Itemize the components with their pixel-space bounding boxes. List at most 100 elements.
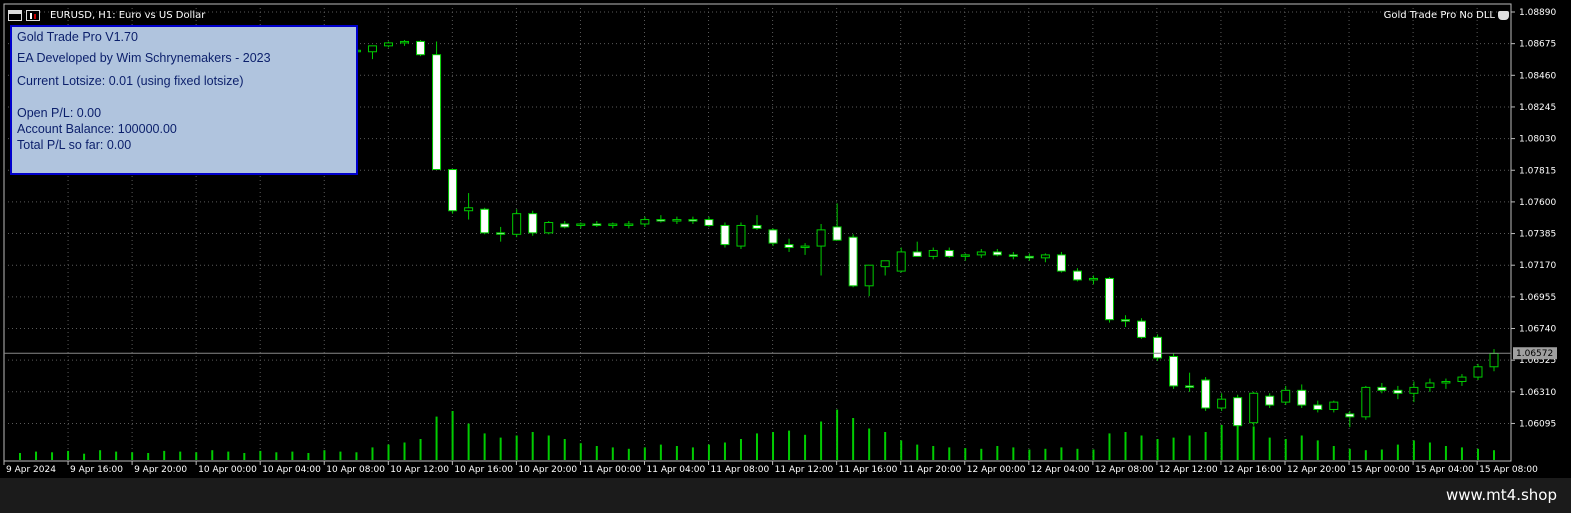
current-price-label: 1.06572 bbox=[1516, 349, 1553, 359]
y-tick-label: 1.08030 bbox=[1519, 135, 1556, 145]
y-tick-label: 1.06095 bbox=[1519, 419, 1556, 429]
candle-bear bbox=[768, 229, 778, 244]
panel-lotsize: Current Lotsize: 0.01 (using fixed lotsi… bbox=[17, 74, 244, 88]
candle-bear bbox=[1137, 320, 1147, 338]
candle-bear bbox=[944, 249, 954, 257]
candle-bull bbox=[1217, 398, 1227, 409]
candle-bear bbox=[432, 54, 442, 171]
y-tick-label: 1.08245 bbox=[1519, 103, 1556, 113]
candle-bear bbox=[688, 219, 698, 222]
x-tick-label: 15 Apr 00:00 bbox=[1351, 465, 1410, 475]
candle-bear bbox=[992, 251, 1002, 256]
candle-bear bbox=[1185, 385, 1195, 388]
x-tick-label: 15 Apr 04:00 bbox=[1415, 465, 1474, 475]
candle-bear bbox=[1104, 277, 1114, 321]
candle-bear bbox=[1377, 386, 1387, 391]
expert-advisor-label[interactable]: Gold Trade Pro No DLL bbox=[1384, 10, 1509, 21]
candle-bull bbox=[1329, 401, 1339, 410]
candle-bear bbox=[448, 169, 458, 212]
candle-bull bbox=[880, 260, 890, 268]
candle-bull bbox=[1281, 389, 1291, 403]
candle-bear bbox=[1265, 395, 1275, 406]
x-tick-label: 9 Apr 20:00 bbox=[134, 465, 187, 475]
y-tick-label: 1.08675 bbox=[1519, 40, 1556, 50]
candle-bull bbox=[608, 223, 618, 226]
candle-bear bbox=[1153, 336, 1163, 359]
candle-type-icon[interactable] bbox=[26, 9, 40, 21]
x-tick-label: 12 Apr 08:00 bbox=[1095, 465, 1154, 475]
candle-bull bbox=[1489, 353, 1499, 368]
candle-bull bbox=[672, 219, 682, 222]
footer-bar: www.mt4.shop bbox=[0, 478, 1571, 513]
candle-bear bbox=[528, 213, 538, 234]
panel-open-pl: Open P/L: 0.00 bbox=[17, 106, 102, 120]
candle-bull bbox=[1088, 277, 1098, 281]
candle-bear bbox=[656, 219, 666, 222]
smiley-hat-icon[interactable] bbox=[1498, 11, 1509, 20]
candle-bear bbox=[1297, 389, 1307, 406]
x-tick-label: 11 Apr 20:00 bbox=[903, 465, 962, 475]
candle-bull bbox=[512, 213, 522, 235]
x-tick-label: 10 Apr 16:00 bbox=[454, 465, 513, 475]
candle-bear bbox=[1393, 389, 1403, 394]
candle-bear bbox=[1024, 255, 1034, 259]
ea-name: Gold Trade Pro No DLL bbox=[1383, 10, 1495, 21]
panel-developer: EA Developed by Wim Schrynemakers - 2023 bbox=[17, 51, 271, 65]
x-tick-label: 11 Apr 08:00 bbox=[711, 465, 770, 475]
candle-bear bbox=[1056, 254, 1066, 272]
candle-bear bbox=[1233, 397, 1243, 427]
candle-bear bbox=[1121, 319, 1130, 322]
y-tick-label: 1.06740 bbox=[1519, 325, 1556, 335]
chart-area[interactable]: 1.08890 1.08675 1.08460 1.08245 1.08030 1.078… bbox=[0, 0, 1571, 478]
candle-bear bbox=[416, 40, 426, 56]
candle-bull bbox=[1409, 386, 1419, 394]
candle-bull bbox=[384, 42, 393, 47]
candle-bull bbox=[960, 254, 970, 257]
candle-bull bbox=[800, 245, 810, 249]
candle-bear bbox=[1313, 404, 1323, 410]
x-tick-label: 10 Apr 20:00 bbox=[518, 465, 577, 475]
site-watermark: www.mt4.shop bbox=[1445, 486, 1557, 504]
x-tick-label: 11 Apr 12:00 bbox=[775, 465, 834, 475]
y-tick-label: 1.06310 bbox=[1519, 388, 1556, 398]
y-tick-label: 1.08890 bbox=[1519, 8, 1556, 18]
panel-total-pl: Total P/L so far: 0.00 bbox=[17, 138, 132, 152]
chart-window-icon[interactable] bbox=[8, 9, 22, 21]
candle-bear bbox=[1169, 355, 1179, 387]
candle-bull bbox=[544, 222, 554, 234]
candle-bear bbox=[480, 208, 490, 234]
candle-bear bbox=[1201, 379, 1211, 409]
x-tick-label: 9 Apr 2024 bbox=[6, 465, 56, 475]
x-tick-label: 11 Apr 04:00 bbox=[647, 465, 706, 475]
x-tick-label: 10 Apr 04:00 bbox=[262, 465, 321, 475]
x-tick-label: 12 Apr 20:00 bbox=[1287, 465, 1346, 475]
x-tick-label: 11 Apr 16:00 bbox=[839, 465, 898, 475]
candle-bear bbox=[1072, 270, 1082, 281]
candle-bull bbox=[640, 219, 650, 225]
panel-title: Gold Trade Pro V1.70 bbox=[17, 30, 138, 44]
candle-bull bbox=[1441, 380, 1451, 384]
candle-bull bbox=[400, 40, 410, 44]
candle-bear bbox=[496, 232, 506, 235]
candle-bull bbox=[1040, 254, 1050, 259]
x-tick-label: 12 Apr 12:00 bbox=[1159, 465, 1218, 475]
y-tick-label: 1.07600 bbox=[1519, 198, 1556, 208]
x-tick-label: 12 Apr 16:00 bbox=[1223, 465, 1282, 475]
x-tick-label: 12 Apr 00:00 bbox=[967, 465, 1026, 475]
candle-bull bbox=[736, 224, 746, 247]
candle-bull bbox=[1249, 392, 1259, 424]
candle-bull bbox=[367, 45, 377, 53]
candle-bear bbox=[784, 244, 794, 249]
x-tick-label: 12 Apr 04:00 bbox=[1031, 465, 1090, 475]
candle-bull bbox=[1361, 386, 1371, 418]
candle-bull bbox=[624, 223, 634, 226]
candle-bull bbox=[1457, 376, 1467, 382]
panel-balance: Account Balance: 100000.00 bbox=[17, 122, 177, 136]
candle-bear bbox=[1345, 413, 1355, 418]
candle-bear bbox=[848, 236, 858, 287]
candle-bull bbox=[1473, 366, 1483, 378]
candle-bull bbox=[816, 229, 826, 247]
ea-info-panel: Gold Trade Pro V1.70 EA Developed by Wim… bbox=[10, 25, 358, 175]
candle-bull bbox=[464, 207, 474, 212]
x-tick-label: 9 Apr 16:00 bbox=[70, 465, 123, 475]
